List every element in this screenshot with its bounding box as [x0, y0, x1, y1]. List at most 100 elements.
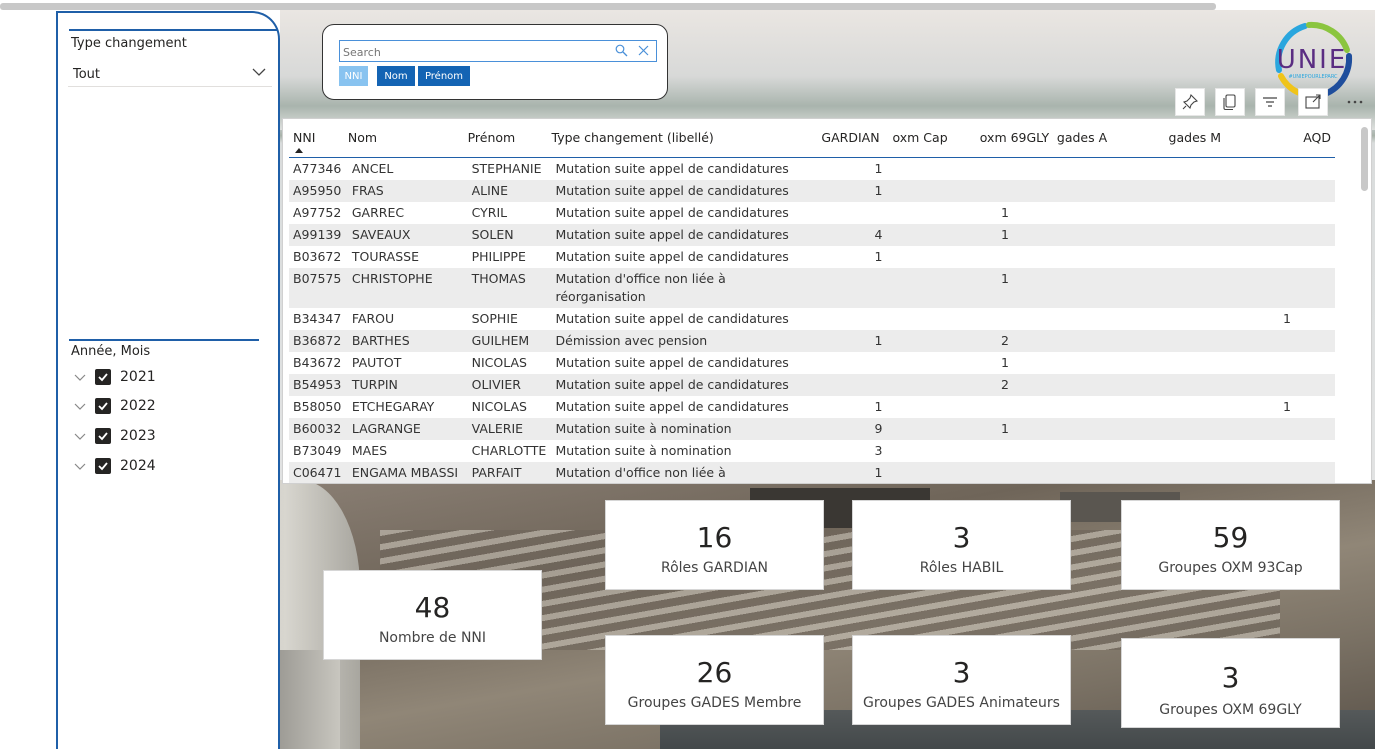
chevron-down-icon[interactable] [72, 369, 88, 385]
checkbox-checked[interactable] [95, 398, 111, 414]
table-row[interactable]: A97752 GARREC CYRIL Mutation suite appel de… [289, 201, 1335, 224]
card-groupes-gades-membre[interactable]: 26 Groupes GADES Membre [605, 635, 824, 725]
card-roles-habil[interactable]: 3 Rôles HABIL [852, 500, 1071, 590]
card-label: Nombre de NNI [378, 630, 487, 646]
table-cell [1056, 461, 1169, 483]
table-cell [1168, 179, 1279, 202]
column-header-gades-a[interactable]: gades A [1056, 119, 1169, 158]
table-cell [979, 439, 1057, 462]
table-cell: SOLEN [467, 223, 552, 246]
card-value: 48 [414, 591, 451, 624]
table-row[interactable]: B73049 MAES CHARLOTTE Mutation suite à nomi… [289, 439, 1335, 462]
table-cell [979, 307, 1057, 330]
tree-item-2023[interactable]: 2023 [72, 426, 156, 446]
table-cell: SAVEAUX [347, 223, 468, 246]
slicer-title-type-changement: Type changement [71, 36, 187, 51]
search-icon[interactable] [615, 44, 628, 57]
table-cell: 1 [817, 461, 893, 483]
checkbox-checked[interactable] [95, 369, 111, 385]
chevron-down-icon[interactable] [72, 428, 88, 444]
focus-mode-button[interactable] [1298, 88, 1328, 116]
table-cell: B54953 [289, 373, 348, 396]
table-cell [817, 267, 893, 308]
table-cell: BARTHES [347, 329, 468, 352]
table-cell [1056, 307, 1169, 330]
column-header-gardian[interactable]: GARDIAN [817, 119, 893, 158]
filter-visual-button[interactable] [1255, 88, 1285, 116]
table-cell [979, 461, 1057, 483]
table-cell: Mutation suite appel de candidatures [551, 307, 818, 330]
table-cell: 1 [979, 223, 1057, 246]
table-cell [1278, 201, 1335, 224]
table-cell: B73049 [289, 439, 348, 462]
column-header-gades-m[interactable]: gades M [1168, 119, 1279, 158]
card-roles-gardian[interactable]: 16 Rôles GARDIAN [605, 500, 824, 590]
field-toggle-nni[interactable]: NNI [339, 66, 368, 86]
card-nombre-nni[interactable]: 48 Nombre de NNI [323, 570, 542, 660]
tree-item-label: 2024 [120, 458, 156, 474]
tree-item-2024[interactable]: 2024 [72, 456, 156, 476]
copy-icon [1223, 94, 1236, 111]
field-toggle-prenom[interactable]: Prénom [418, 66, 470, 86]
table-cell [1278, 179, 1335, 202]
table-row[interactable]: B43672 PAUTOT NICOLAS Mutation suite appel … [289, 351, 1335, 374]
search-field[interactable] [339, 40, 657, 63]
table-cell [1056, 329, 1169, 352]
search-input[interactable] [340, 42, 610, 63]
chevron-down-icon[interactable] [72, 458, 88, 474]
table-cell: 2 [979, 329, 1057, 352]
table-cell [892, 439, 980, 462]
column-header-nni[interactable]: NNI [289, 119, 348, 158]
type-changement-dropdown[interactable]: Tout [68, 61, 272, 87]
table-cell: Mutation suite à nomination [551, 439, 818, 462]
table-cell [1168, 245, 1279, 268]
column-header-oxm-69gly[interactable]: oxm 69GLY [979, 119, 1057, 158]
table-row[interactable]: A77346 ANCEL STEPHANIE Mutation suite appel… [289, 157, 1335, 180]
vertical-scrollbar[interactable] [1361, 127, 1368, 191]
table-row[interactable]: B07575 CHRISTOPHE THOMAS Mutation d'office … [289, 267, 1335, 308]
table-cell: CHARLOTTE [467, 439, 552, 462]
table-row[interactable]: B58050 ETCHEGARAY NICOLAS Mutation suite ap… [289, 395, 1335, 418]
card-groupes-gades-animateurs[interactable]: 3 Groupes GADES Animateurs [852, 635, 1071, 725]
table-cell: 1 [1278, 307, 1335, 330]
field-toggle-nom[interactable]: Nom [377, 66, 415, 86]
table-cell [1168, 157, 1279, 180]
column-header-nom[interactable]: Nom [347, 119, 468, 158]
pin-icon [1182, 93, 1199, 110]
copy-visual-button[interactable] [1215, 88, 1245, 116]
checkbox-checked[interactable] [95, 458, 111, 474]
table-cell [892, 201, 980, 224]
table-cell: Mutation suite appel de candidatures [551, 223, 818, 246]
column-header-prenom[interactable]: Prénom [467, 119, 552, 158]
card-groupes-oxm-93cap[interactable]: 59 Groupes OXM 93Cap [1121, 500, 1340, 590]
slicer-title-annee-mois: Année, Mois [71, 344, 151, 359]
chevron-down-icon[interactable] [72, 398, 88, 414]
logo-text: UNIE [1277, 45, 1348, 75]
table-cell [1278, 245, 1335, 268]
tree-item-label: 2021 [120, 369, 156, 385]
tree-item-2022[interactable]: 2022 [72, 396, 156, 416]
column-header-aqd[interactable]: AQD [1278, 119, 1335, 158]
column-header-oxm-cap[interactable]: oxm Cap [892, 119, 980, 158]
table-cell: Mutation d'office non liée à [551, 461, 818, 483]
table-cell: B36872 [289, 329, 348, 352]
table-row[interactable]: B03672 TOURASSE PHILIPPE Mutation suite app… [289, 245, 1335, 268]
table-row[interactable]: B60032 LAGRANGE VALERIE Mutation suite à no… [289, 417, 1335, 440]
column-header-type-changement[interactable]: Type changement (libellé) [551, 119, 818, 158]
table-cell: OLIVIER [467, 373, 552, 396]
table-cell [817, 373, 893, 396]
table-row[interactable]: A99139 SAVEAUX SOLEN Mutation suite appel d… [289, 223, 1335, 246]
table-row[interactable]: B34347 FAROU SOPHIE Mutation suite appel de… [289, 307, 1335, 330]
tree-item-2021[interactable]: 2021 [72, 367, 156, 387]
table-row[interactable]: B36872 BARTHES GUILHEM Démission avec pensi… [289, 329, 1335, 352]
checkbox-checked[interactable] [95, 428, 111, 444]
table-row[interactable]: B54953 TURPIN OLIVIER Mutation suite appel … [289, 373, 1335, 396]
card-groupes-oxm-69gly[interactable]: 3 Groupes OXM 69GLY [1121, 638, 1340, 728]
pin-visual-button[interactable] [1175, 88, 1205, 116]
table-row[interactable]: C06471 ENGAMA MBASSI PARFAIT Mutation d'off… [289, 461, 1335, 483]
table-row[interactable]: A95950 FRAS ALINE Mutation suite appel de c… [289, 179, 1335, 202]
table-cell: 1 [979, 417, 1057, 440]
horizontal-scrollbar[interactable] [0, 3, 1216, 10]
close-icon[interactable] [637, 44, 650, 57]
more-options-button[interactable] [1340, 88, 1370, 116]
